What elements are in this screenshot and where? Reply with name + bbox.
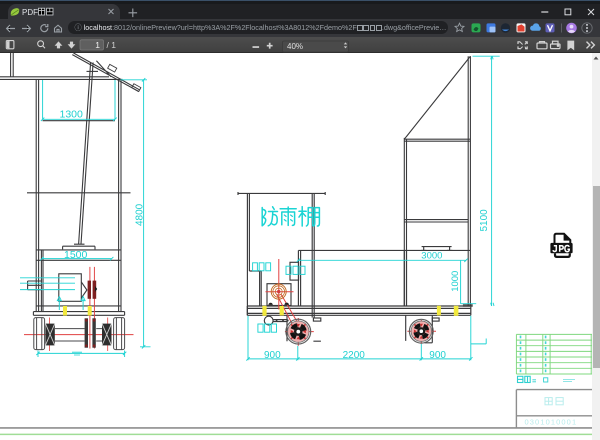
svg-text:1300: 1300 bbox=[60, 109, 84, 121]
svg-text:PDF: PDF bbox=[22, 8, 38, 17]
svg-text:5100: 5100 bbox=[479, 209, 490, 232]
svg-text:1000: 1000 bbox=[450, 271, 461, 292]
svg-text:3000: 3000 bbox=[421, 251, 442, 262]
svg-text:/ 1: / 1 bbox=[107, 40, 117, 50]
svg-text:900: 900 bbox=[429, 350, 446, 361]
svg-text:1500: 1500 bbox=[64, 249, 88, 261]
svg-text:40%: 40% bbox=[287, 42, 303, 51]
svg-text:0301010001: 0301010001 bbox=[525, 417, 578, 426]
svg-text:4800: 4800 bbox=[135, 203, 146, 226]
svg-text:900: 900 bbox=[264, 350, 281, 361]
svg-text:1: 1 bbox=[95, 40, 100, 50]
svg-text:2200: 2200 bbox=[343, 350, 366, 361]
